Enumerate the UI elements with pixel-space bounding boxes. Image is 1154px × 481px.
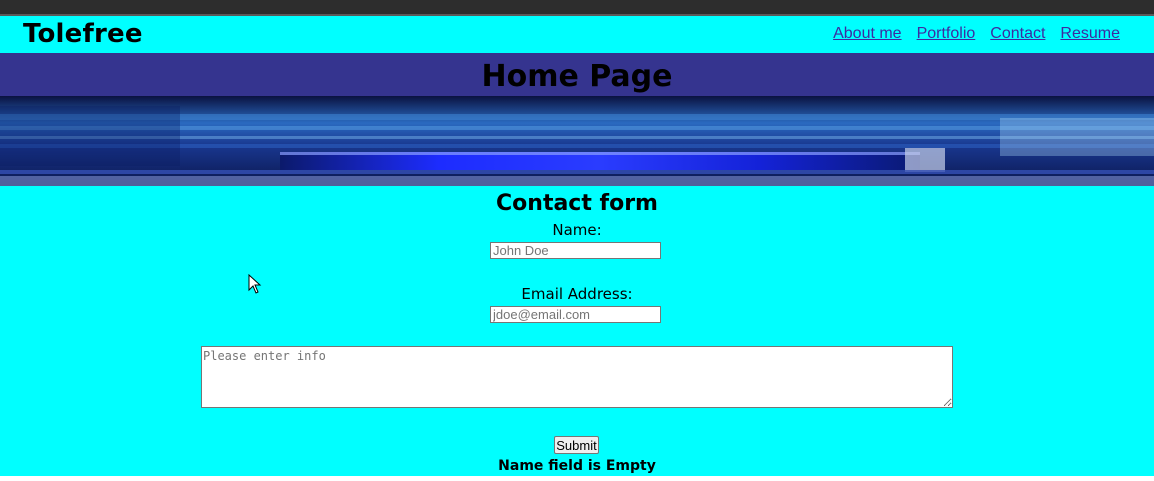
- message-textarea[interactable]: [201, 346, 953, 408]
- form-title: Contact form: [496, 191, 658, 216]
- page: Tolefree About me Portfolio Contact Resu…: [0, 16, 1154, 476]
- hero-title-bar: Home Page: [0, 53, 1154, 96]
- email-input[interactable]: [490, 306, 661, 323]
- name-label: Name:: [552, 221, 602, 239]
- nav-links: About me Portfolio Contact Resume: [833, 25, 1120, 43]
- brand-title: Tolefree: [23, 19, 143, 49]
- nav-link-resume[interactable]: Resume: [1060, 25, 1120, 43]
- banner-graphic: [0, 96, 1154, 186]
- email-label: Email Address:: [521, 285, 633, 303]
- mouse-cursor-icon: [248, 274, 262, 294]
- nav-link-about-me[interactable]: About me: [833, 25, 901, 43]
- page-title: Home Page: [481, 59, 673, 94]
- nav-link-portfolio[interactable]: Portfolio: [917, 25, 976, 43]
- contact-form: Contact form Name: Email Address: Submit…: [0, 186, 1154, 476]
- nav-link-contact[interactable]: Contact: [990, 25, 1045, 43]
- browser-top-strip: [0, 0, 1154, 14]
- banner-image: [0, 96, 1154, 186]
- name-input[interactable]: [490, 242, 661, 259]
- navbar: Tolefree About me Portfolio Contact Resu…: [0, 16, 1154, 53]
- validation-error: Name field is Empty: [498, 458, 656, 474]
- submit-button[interactable]: Submit: [554, 436, 599, 454]
